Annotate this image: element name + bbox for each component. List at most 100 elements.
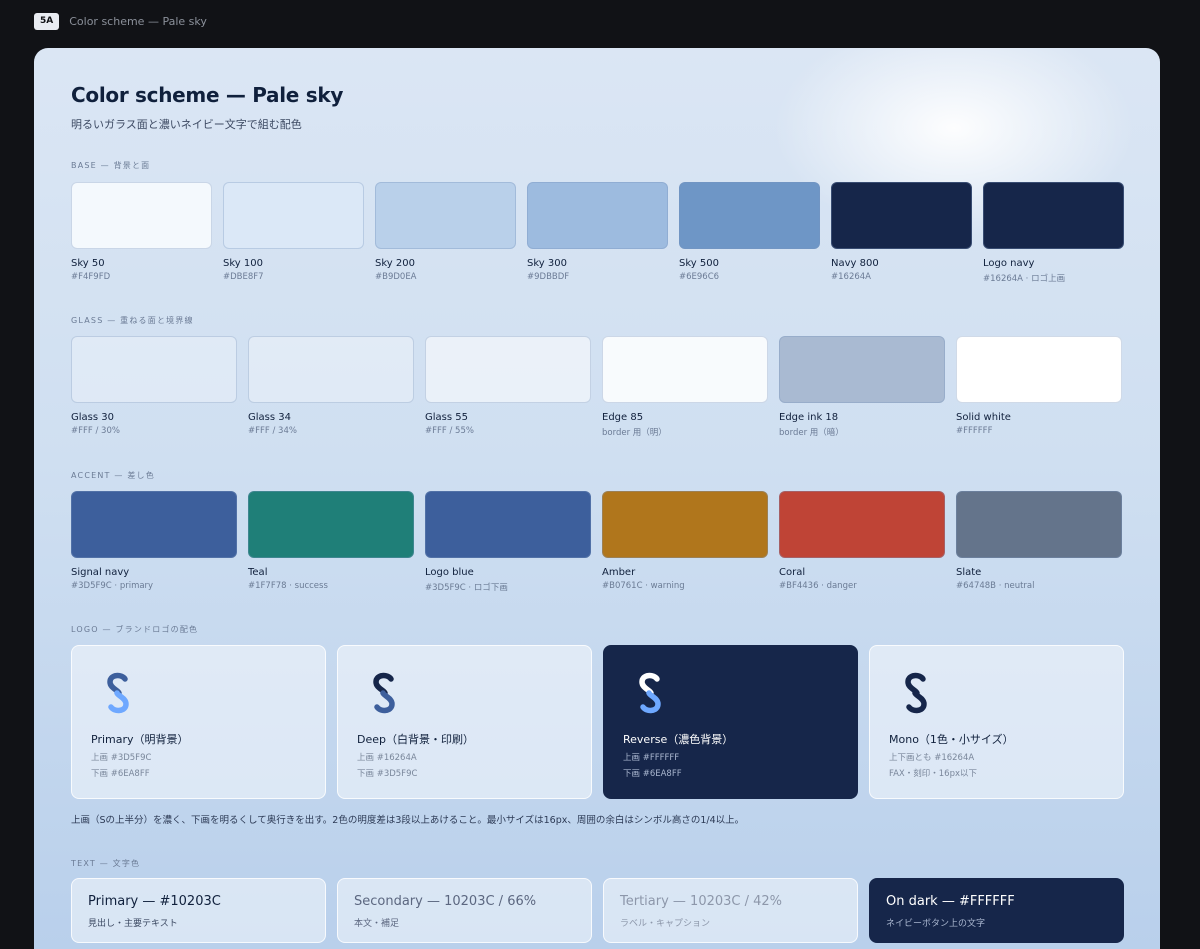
swatch-name: Sky 300 [527, 258, 567, 269]
swatch-item: Glass 34 #FFF / 34% [248, 336, 414, 438]
swatch-name: Navy 800 [831, 258, 879, 269]
swatch-name: Sky 100 [223, 258, 263, 269]
color-swatch [779, 336, 945, 403]
page-title: Color scheme — Pale sky [71, 83, 344, 107]
text-color-usage: 見出し・主要テキスト [88, 919, 178, 929]
swatch-code: #BF4436 · danger [779, 581, 857, 591]
swatch-code: border 用（明） [602, 428, 667, 438]
logo-variant-card: Deep（白背景・印刷） 上画 #16264A 下画 #3D5F9C [337, 645, 592, 799]
color-swatch [248, 336, 414, 403]
color-swatch [375, 182, 516, 249]
section-label-glass: GLASS — 重ねる面と境界線 [71, 316, 194, 325]
swatch-code: #DBE8F7 [223, 272, 264, 282]
swatch-name: Signal navy [71, 567, 130, 578]
logo-variant-spec: 上画 #16264A [357, 753, 417, 763]
swatch-item: Solid white #FFFFFF [956, 336, 1122, 438]
color-swatch [956, 491, 1122, 558]
text-color-title: On dark — #FFFFFF [886, 894, 1015, 909]
text-color-title: Tertiary — 10203C / 42% [620, 894, 783, 909]
swatch-name: Solid white [956, 412, 1011, 423]
color-swatch [223, 182, 364, 249]
logo-lower-stroke [374, 690, 395, 714]
color-swatch [831, 182, 972, 249]
text-color-card: Secondary — 10203C / 66% 本文・補足 [337, 878, 592, 943]
color-swatch [679, 182, 820, 249]
swatch-name: Coral [779, 567, 806, 578]
text-color-card: Primary — #10203C 見出し・主要テキスト [71, 878, 326, 943]
page-badge: 5A [34, 12, 60, 30]
swatch-name: Sky 50 [71, 258, 105, 269]
color-swatch [779, 491, 945, 558]
color-swatch [983, 182, 1124, 249]
section-label-base: BASE — 背景と面 [71, 161, 151, 170]
logo-lower-stroke [640, 690, 661, 714]
swatch-name: Amber [602, 567, 636, 578]
text-color-usage: ネイビーボタン上の文字 [886, 919, 986, 929]
section-label-text: TEXT — 文字色 [71, 859, 141, 868]
swatch-code: #FFFFFF [956, 426, 993, 436]
swatch-code: #FFF / 30% [71, 426, 120, 436]
swatch-name: Logo navy [983, 258, 1035, 269]
text-color-title: Secondary — 10203C / 66% [354, 894, 537, 909]
swatch-item: Signal navy #3D5F9C · primary [71, 491, 237, 593]
text-color-card: On dark — #FFFFFF ネイビーボタン上の文字 [869, 878, 1124, 943]
color-swatch [602, 336, 768, 403]
swatch-name: Glass 34 [248, 412, 291, 423]
swatch-item: Edge 85 border 用（明） [602, 336, 768, 438]
swatch-code: #3D5F9C · ロゴ下画 [425, 583, 508, 593]
logo-usage-note: 上画（Sの上半分）を濃く、下画を明るくして奥行きを出す。2色の明度差は3段以上あ… [71, 815, 745, 826]
section-label-accent: ACCENT — 差し色 [71, 471, 155, 480]
swatch-item: Sky 500 #6E96C6 [679, 182, 820, 284]
swatch-name: Slate [956, 567, 982, 578]
base-swatch-row: Sky 50 #F4F9FD Sky 100 #DBE8F7 Sky 200 #B9D0E… [71, 182, 1124, 284]
swatch-name: Sky 200 [375, 258, 415, 269]
logo-variant-title: Deep（白背景・印刷） [357, 733, 474, 746]
swatch-code: #1F7F78 · success [248, 581, 328, 591]
logo-variant-spec: 上画 #FFFFFF [623, 753, 680, 763]
logo-variant-spec: 下画 #6EA8FF [91, 769, 150, 779]
swatch-code: border 用（暗） [779, 428, 844, 438]
logo-lower-stroke [108, 690, 129, 714]
swatch-code: #F4F9FD [71, 272, 111, 282]
color-swatch [527, 182, 668, 249]
color-swatch [425, 336, 591, 403]
logo-variant-card: Reverse（濃色背景） 上画 #FFFFFF 下画 #6EA8FF [603, 645, 858, 799]
swatch-item: Coral #BF4436 · danger [779, 491, 945, 593]
swatch-item: Sky 300 #9DBBDF [527, 182, 668, 284]
swatch-code: #B9D0EA [375, 272, 417, 282]
color-swatch [602, 491, 768, 558]
swatch-item: Glass 55 #FFF / 55% [425, 336, 591, 438]
logo-variant-spec: 下画 #3D5F9C [357, 769, 418, 779]
swatch-code: #3D5F9C · primary [71, 581, 154, 591]
top-bar: 5A Color scheme — Pale sky [34, 12, 207, 30]
s-logo-icon [107, 672, 129, 714]
color-scheme-panel: Color scheme — Pale sky 明るいガラス面と濃いネイビー文字… [34, 48, 1160, 949]
swatch-code: #B0761C · warning [602, 581, 685, 591]
swatch-name: Edge 85 [602, 412, 644, 423]
swatch-code: #16264A [831, 272, 871, 282]
text-color-card: Tertiary — 10203C / 42% ラベル・キャプション [603, 878, 858, 943]
swatch-item: Logo navy #16264A · ロゴ上画 [983, 182, 1124, 284]
s-logo-icon [639, 672, 661, 714]
text-color-usage: ラベル・キャプション [620, 919, 711, 929]
swatch-code: #9DBBDF [527, 272, 570, 282]
swatch-code: #FFF / 34% [248, 426, 297, 436]
color-swatch [71, 491, 237, 558]
swatch-item: Logo blue #3D5F9C · ロゴ下画 [425, 491, 591, 593]
text-color-title: Primary — #10203C [88, 894, 221, 909]
swatch-name: Glass 55 [425, 412, 468, 423]
logo-variant-spec: 上画 #3D5F9C [91, 753, 152, 763]
swatch-item: Edge ink 18 border 用（暗） [779, 336, 945, 438]
swatch-code: #16264A · ロゴ上画 [983, 274, 1066, 284]
swatch-item: Sky 100 #DBE8F7 [223, 182, 364, 284]
logo-variant-card: Primary（明背景） 上画 #3D5F9C 下画 #6EA8FF [71, 645, 326, 799]
swatch-name: Glass 30 [71, 412, 114, 423]
logo-variant-spec: 上下画とも #16264A [889, 753, 975, 763]
logo-variant-title: Primary（明背景） [91, 733, 189, 746]
logo-variant-row: Primary（明背景） 上画 #3D5F9C 下画 #6EA8FF Deep（白背景… [71, 645, 1124, 799]
swatch-name: Edge ink 18 [779, 412, 839, 423]
swatch-item: Sky 200 #B9D0EA [375, 182, 516, 284]
logo-lower-stroke [906, 690, 927, 714]
swatch-name: Logo blue [425, 567, 474, 578]
glass-swatch-row: Glass 30 #FFF / 30% Glass 34 #FFF / 34% Glas… [71, 336, 1122, 438]
